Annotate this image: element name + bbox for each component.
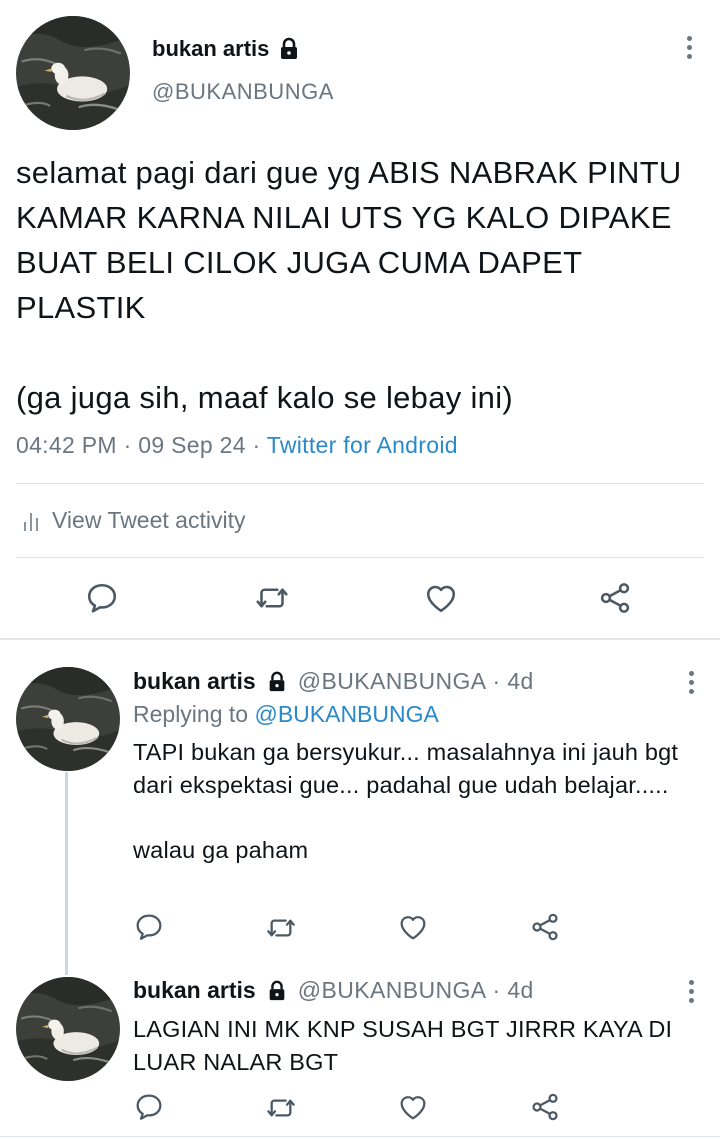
author-handle[interactable]: @BUKANBUNGA — [152, 79, 334, 105]
author-avatar[interactable] — [16, 16, 130, 130]
author-display-name[interactable]: bukan artis — [152, 36, 269, 62]
tweet-actions — [0, 580, 720, 620]
view-activity-label: View Tweet activity — [52, 507, 246, 533]
reply-display-name[interactable]: bukan artis — [133, 977, 256, 1004]
reply-display-name[interactable]: bukan artis — [133, 668, 256, 695]
thread-line — [65, 772, 68, 975]
reply-age: · 4d — [492, 977, 534, 1003]
divider — [16, 483, 704, 484]
tweet-text: selamat pagi dari gue yg ABIS NABRAK PIN… — [16, 155, 682, 415]
tweet-meta: 04:42 PM · 09 Sep 24 · Twitter for Andro… — [16, 432, 458, 459]
meta-separator: · — [252, 432, 261, 458]
share-icon[interactable] — [597, 580, 633, 616]
divider — [16, 557, 704, 558]
activity-bars-icon — [24, 512, 38, 531]
divider — [0, 1136, 720, 1137]
retweet-icon[interactable] — [253, 580, 291, 616]
reply-text: TAPI bukan ga bersyukur... masalahnya in… — [133, 739, 679, 863]
reply-age: · 4d — [492, 668, 534, 694]
retweet-icon[interactable] — [264, 1092, 298, 1124]
replying-to: Replying to @BUKANBUNGA — [133, 701, 439, 728]
reply-icon[interactable] — [84, 580, 120, 616]
retweet-icon[interactable] — [264, 912, 298, 944]
reply-avatar[interactable] — [16, 977, 120, 1081]
tweet-source-link[interactable]: Twitter for Android — [267, 432, 458, 458]
avatar-image — [16, 667, 120, 771]
tweet-time: 04:42 PM — [16, 432, 117, 458]
avatar-image — [16, 16, 130, 130]
tweet-date: 09 Sep 24 — [138, 432, 246, 458]
reply-handle[interactable]: @BUKANBUNGA — [298, 977, 487, 1004]
lock-icon — [277, 37, 301, 61]
meta-separator: · — [123, 432, 132, 458]
view-activity-button[interactable]: View Tweet activity — [22, 507, 245, 534]
like-icon[interactable] — [422, 580, 460, 616]
like-icon[interactable] — [396, 1091, 430, 1123]
reply-avatar[interactable] — [16, 667, 120, 771]
reply-header: bukan artis @BUKANBUNGA · 4d — [133, 668, 534, 695]
reply-header: bukan artis @BUKANBUNGA · 4d — [133, 977, 534, 1004]
reply-icon[interactable] — [133, 1091, 165, 1123]
more-icon[interactable] — [677, 32, 701, 62]
more-icon[interactable] — [679, 976, 703, 1006]
replying-prefix: Replying to — [133, 701, 249, 727]
share-icon[interactable] — [529, 1091, 561, 1123]
reply-handle[interactable]: @BUKANBUNGA — [298, 668, 487, 695]
author-name-row[interactable]: bukan artis — [152, 36, 301, 62]
replying-to-link[interactable]: @BUKANBUNGA — [254, 701, 438, 727]
section-separator — [0, 638, 720, 640]
more-icon[interactable] — [679, 667, 703, 697]
avatar-image — [16, 977, 120, 1081]
reply-icon[interactable] — [133, 911, 165, 943]
like-icon[interactable] — [396, 911, 430, 943]
share-icon[interactable] — [529, 911, 561, 943]
lock-icon — [266, 671, 288, 693]
lock-icon — [266, 980, 288, 1002]
reply-text: LAGIAN INI MK KNP SUSAH BGT JIRRR KAYA D… — [133, 1016, 679, 1075]
